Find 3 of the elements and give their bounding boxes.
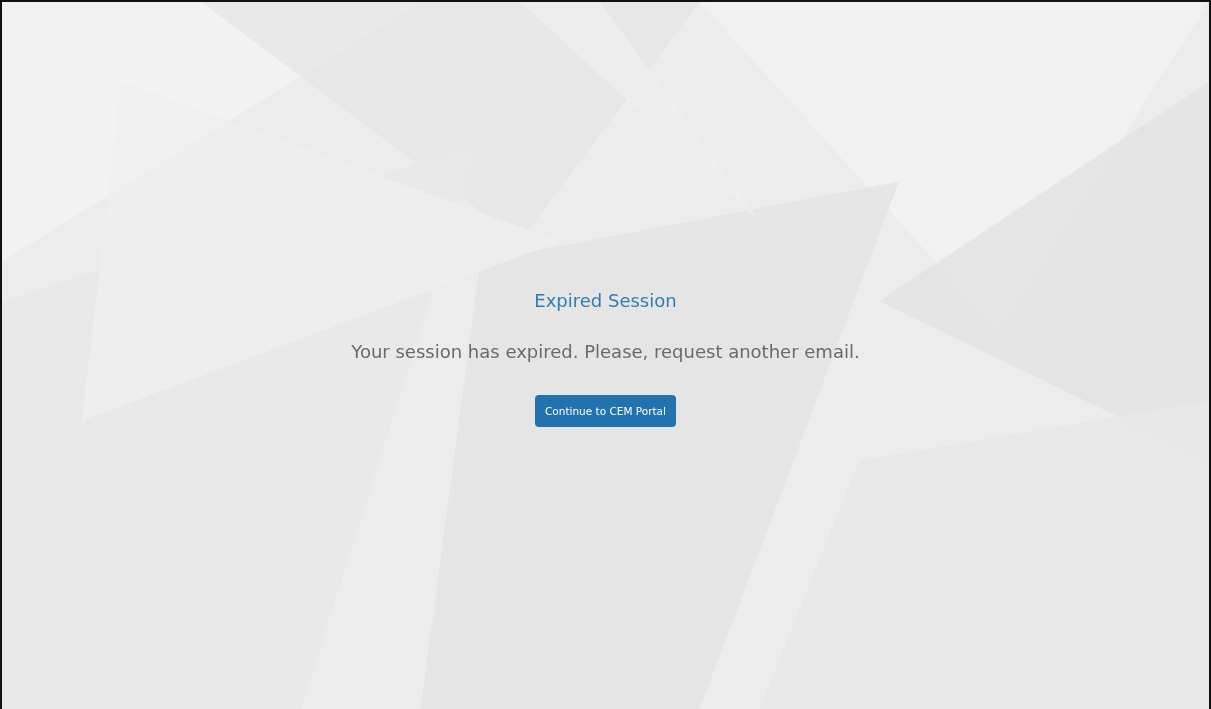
page-title: Expired Session: [534, 290, 677, 311]
continue-button[interactable]: Continue to CEM Portal: [535, 395, 676, 427]
expired-message: Your session has expired. Please, request another email.: [351, 341, 860, 362]
